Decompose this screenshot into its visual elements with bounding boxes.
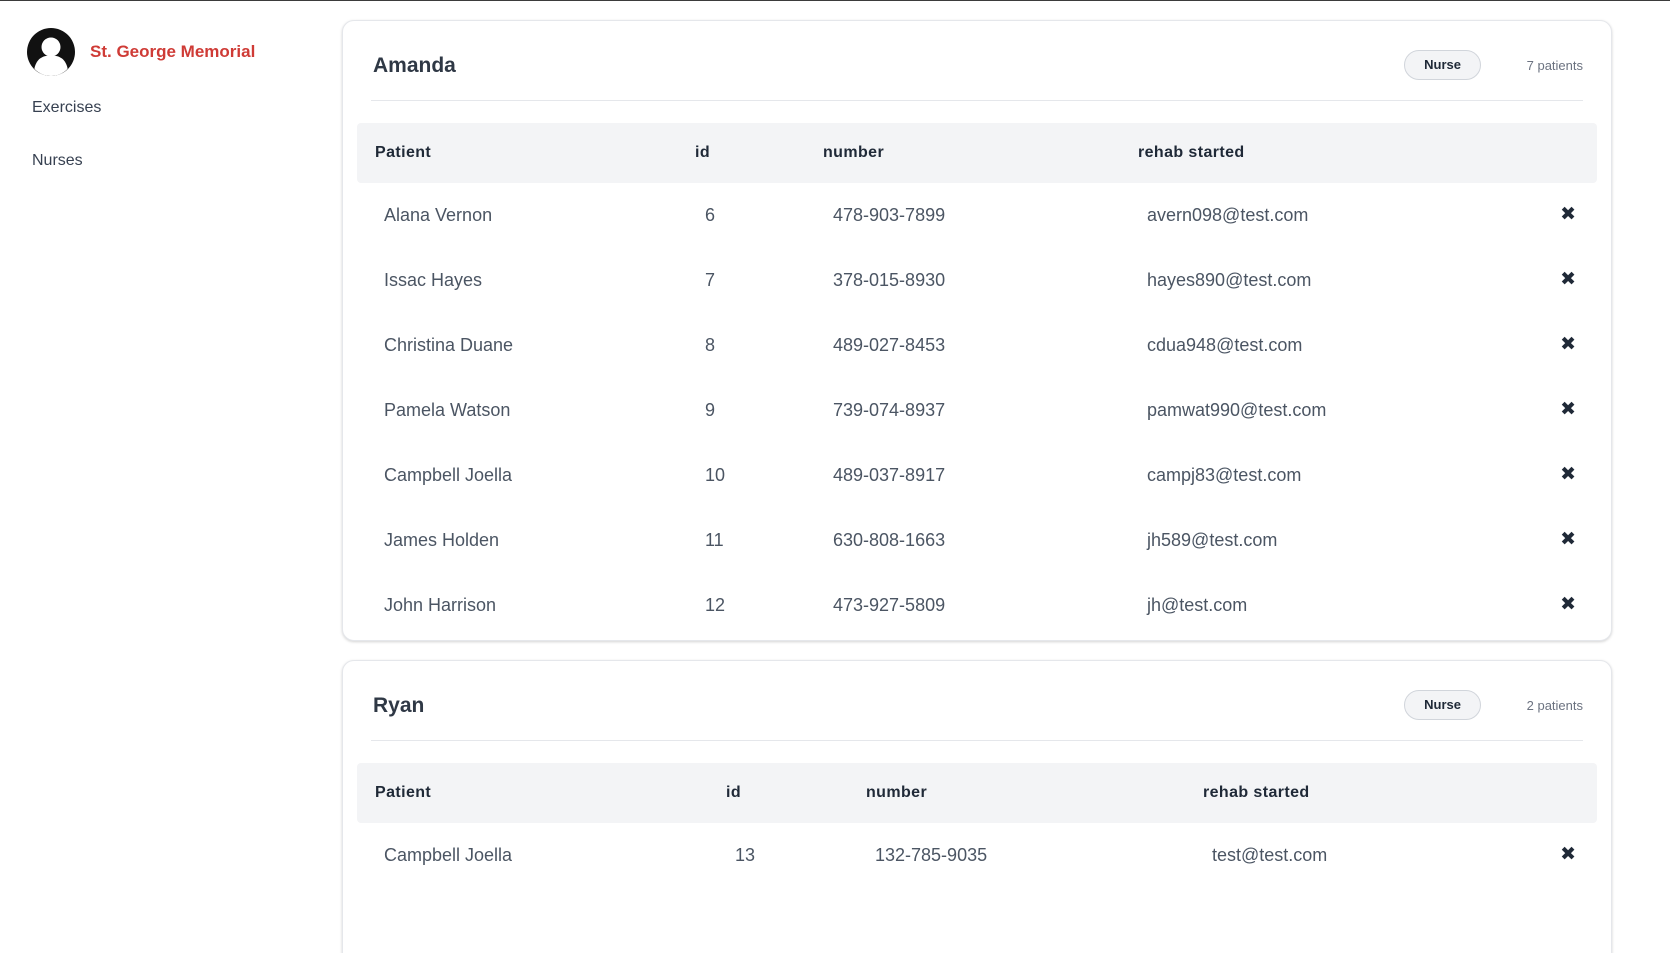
patient-number: 378-015-8930 [833,270,946,290]
patient-number: 739-074-8937 [833,400,946,420]
patient-id: 12 [705,595,726,615]
nav-item-nurses[interactable]: Nurses [32,152,83,170]
card-header: Ryan Nurse 2 patients [371,661,1583,741]
column-header-number: number [866,784,928,801]
patient-name: James Holden [384,530,500,550]
role-badge: Nurse [1404,690,1481,720]
card-header: Amanda Nurse 7 patients [371,21,1583,101]
patient-name: Campbell Joella [384,465,513,485]
nurse-card-amanda: Amanda Nurse 7 patients Patient id numbe… [342,20,1612,641]
patient-id: 10 [705,465,726,485]
nurse-name: Amanda [373,54,456,77]
column-header-patient: Patient [375,144,432,161]
patient-rehab: jh@test.com [1147,595,1248,615]
patient-rehab: hayes890@test.com [1147,270,1312,290]
patient-name: John Harrison [384,595,497,615]
brand[interactable]: St. George Memorial [27,28,255,76]
table-row: Campbell Joella 13 132-785-9035 test@tes… [357,823,1597,888]
table-row: John Harrison 12 473-927-5809 jh@test.co… [357,573,1597,638]
patient-number: 489-027-8453 [833,335,946,355]
patient-number: 630-808-1663 [833,530,946,550]
patient-count: 2 patients [1526,698,1583,713]
table-row: Campbell Joella 10 489-037-8917 campj83@… [357,443,1597,508]
table-body: Campbell Joella 13 132-785-9035 test@tes… [343,823,1611,888]
table-row: Alana Vernon 6 478-903-7899 avern098@tes… [357,183,1597,248]
patient-rehab: test@test.com [1212,845,1328,865]
patient-id: 8 [705,335,716,355]
table-header: Patient id number rehab started [357,763,1597,823]
close-x-icon[interactable]: ✖ [1560,400,1576,419]
patient-number: 473-927-5809 [833,595,946,615]
patient-rehab: avern098@test.com [1147,205,1309,225]
table-row: Issac Hayes 7 378-015-8930 hayes890@test… [357,248,1597,313]
patient-id: 9 [705,400,716,420]
patient-name: Campbell Joella [384,845,513,865]
close-x-icon[interactable]: ✖ [1560,595,1576,614]
patient-name: Issac Hayes [384,270,483,290]
table-row: James Holden 11 630-808-1663 jh589@test.… [357,508,1597,573]
patient-count: 7 patients [1526,58,1583,73]
close-x-icon[interactable]: ✖ [1560,205,1576,224]
patient-name: Christina Duane [384,335,514,355]
column-header-id: id [726,784,742,801]
patient-id: 13 [735,845,756,865]
patient-rehab: campj83@test.com [1147,465,1302,485]
patient-rehab: jh589@test.com [1147,530,1278,550]
close-x-icon[interactable]: ✖ [1560,845,1576,864]
brand-name[interactable]: St. George Memorial [90,42,255,62]
column-header-number: number [823,144,885,161]
sidebar: St. George Memorial Exercises Nurses [0,1,330,953]
user-avatar-icon[interactable] [27,28,75,76]
patient-rehab: cdua948@test.com [1147,335,1303,355]
table-row: Christina Duane 8 489-027-8453 cdua948@t… [357,313,1597,378]
column-header-rehab-started: rehab started [1203,784,1310,801]
column-header-rehab-started: rehab started [1138,144,1245,161]
role-badge: Nurse [1404,50,1481,80]
patient-id: 7 [705,270,716,290]
patient-name: Alana Vernon [384,205,493,225]
close-x-icon[interactable]: ✖ [1560,270,1576,289]
close-x-icon[interactable]: ✖ [1560,530,1576,549]
patient-id: 11 [705,530,724,550]
patient-number: 489-037-8917 [833,465,946,485]
nurse-card-ryan: Ryan Nurse 2 patients Patient id number … [342,660,1612,953]
patient-name: Pamela Watson [384,400,511,420]
patient-number: 132-785-9035 [875,845,988,865]
nav-item-exercises[interactable]: Exercises [32,99,101,117]
column-header-id: id [695,144,711,161]
table-body: Alana Vernon 6 478-903-7899 avern098@tes… [343,183,1611,638]
patient-number: 478-903-7899 [833,205,946,225]
column-header-patient: Patient [375,784,432,801]
patient-id: 6 [705,205,716,225]
close-x-icon[interactable]: ✖ [1560,465,1576,484]
nurse-name: Ryan [373,694,425,717]
close-x-icon[interactable]: ✖ [1560,335,1576,354]
patient-rehab: pamwat990@test.com [1147,400,1327,420]
table-row: Pamela Watson 9 739-074-8937 pamwat990@t… [357,378,1597,443]
table-header: Patient id number rehab started [357,123,1597,183]
